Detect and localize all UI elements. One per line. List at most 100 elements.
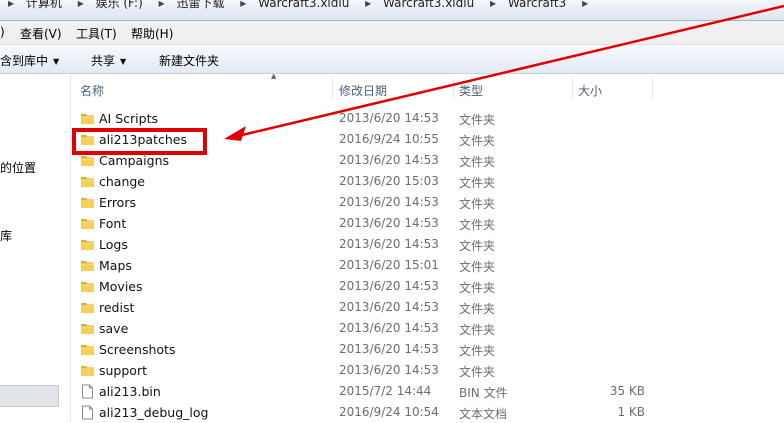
highlight-box: [72, 128, 207, 155]
file-name: AI Scripts: [99, 111, 158, 126]
breadcrumb: ▸ 计算机 ▸ 娱乐 (F:) ▸ 迅雷下载 ▸ Warcraft3.xldiu…: [0, 0, 596, 14]
folder-icon: [80, 216, 95, 231]
column-divider[interactable]: [572, 78, 573, 98]
file-name: Errors: [99, 195, 136, 210]
file-type: 文件夹: [459, 197, 496, 211]
folder-icon: [80, 174, 95, 189]
file-date-modified: 2013/6/20 14:53: [339, 237, 439, 251]
folder-icon: [80, 363, 95, 378]
sort-ascending-icon: ▲: [271, 72, 277, 80]
file-date-modified: 2015/7/2 14:44: [339, 384, 432, 398]
file-date-modified: 2013/6/20 14:53: [339, 195, 439, 209]
folder-icon: [80, 237, 95, 252]
file-icon: [80, 405, 95, 420]
file-type: 文件夹: [459, 155, 496, 169]
column-divider[interactable]: [453, 78, 454, 98]
file-date-modified: 2013/6/20 14:53: [339, 300, 439, 314]
file-row[interactable]: redist 2013/6/20 14:53 文件夹: [71, 297, 784, 318]
menu-item-tools[interactable]: 工具(T): [76, 25, 117, 42]
file-type: 文件夹: [459, 260, 496, 274]
navigation-pane: 的位置 库: [0, 74, 71, 423]
file-type: 文件夹: [459, 113, 496, 127]
include-in-library-label: 含到库中: [0, 54, 49, 68]
column-header-row: ▲ 名称 修改日期 类型 大小: [71, 72, 784, 102]
breadcrumb-downloads[interactable]: 迅雷下载: [176, 0, 224, 11]
column-divider[interactable]: [332, 78, 333, 98]
file-type: 文件夹: [459, 281, 496, 295]
file-row[interactable]: change 2013/6/20 15:03 文件夹: [71, 171, 784, 192]
nav-item-recent-places[interactable]: 的位置: [0, 159, 36, 176]
file-date-modified: 2013/6/20 14:53: [339, 216, 439, 230]
file-name: Font: [99, 216, 127, 231]
file-icon: [80, 384, 95, 399]
file-type: 文件夹: [459, 344, 496, 358]
folder-icon: [80, 195, 95, 210]
file-type: 文件夹: [459, 239, 496, 253]
file-type: 文件夹: [459, 365, 496, 379]
breadcrumb-drive[interactable]: 娱乐 (F:): [96, 0, 143, 11]
nav-item-libraries[interactable]: 库: [0, 227, 12, 244]
file-name: Campaigns: [99, 153, 170, 168]
file-type: 文件夹: [459, 218, 496, 232]
file-row[interactable]: Logs 2013/6/20 14:53 文件夹: [71, 234, 784, 255]
file-row[interactable]: AI Scripts 2013/6/20 14:53 文件夹: [71, 108, 784, 129]
breadcrumb-separator: ▸: [158, 0, 165, 10]
column-divider[interactable]: [652, 78, 653, 98]
file-name: redist: [99, 300, 135, 315]
breadcrumb-separator: ▸: [240, 0, 247, 10]
breadcrumb-warcraft3[interactable]: Warcraft3: [508, 0, 566, 10]
file-type: 文件夹: [459, 302, 496, 316]
file-row[interactable]: Font 2013/6/20 14:53 文件夹: [71, 213, 784, 234]
file-name: Screenshots: [99, 342, 176, 357]
file-date-modified: 2013/6/20 14:53: [339, 153, 439, 167]
command-bar: 含到库中 ▼ 共享 ▼ 新建文件夹: [0, 45, 784, 74]
file-date-modified: 2013/6/20 14:53: [339, 363, 439, 377]
file-date-modified: 2013/6/20 14:53: [339, 111, 439, 125]
file-row[interactable]: ali213.bin 2015/7/2 14:44 BIN 文件 35 KB: [71, 381, 784, 402]
file-row[interactable]: ali213_debug_log 2016/9/24 10:54 文本文档 1 KB: [71, 402, 784, 423]
column-header-type[interactable]: 类型: [459, 82, 483, 99]
breadcrumb-separator: ▸: [582, 0, 589, 10]
menu-bar: ) 查看(V) 工具(T) 帮助(H): [0, 21, 784, 45]
breadcrumb-computer[interactable]: 计算机: [26, 0, 62, 11]
file-row[interactable]: Screenshots 2013/6/20 14:53 文件夹: [71, 339, 784, 360]
file-name: Maps: [99, 258, 132, 273]
file-size: 1 KB: [617, 405, 645, 419]
file-date-modified: 2013/6/20 14:53: [339, 279, 439, 293]
folder-icon: [80, 153, 95, 168]
chevron-down-icon: ▼: [53, 57, 60, 66]
breadcrumb-warcraft-archive-inner[interactable]: Warcraft3.xldiu: [383, 0, 474, 10]
folder-icon: [80, 321, 95, 336]
share-button[interactable]: 共享 ▼: [91, 52, 126, 69]
file-row[interactable]: support 2013/6/20 14:53 文件夹: [71, 360, 784, 381]
breadcrumb-warcraft-archive[interactable]: Warcraft3.xldiu: [258, 0, 349, 10]
address-bar[interactable]: ▸ 计算机 ▸ 娱乐 (F:) ▸ 迅雷下载 ▸ Warcraft3.xldiu…: [0, 0, 784, 21]
new-folder-button[interactable]: 新建文件夹: [159, 52, 219, 69]
file-date-modified: 2016/9/24 10:54: [339, 405, 439, 419]
column-header-size[interactable]: 大小: [578, 82, 602, 99]
column-header-date[interactable]: 修改日期: [339, 82, 387, 99]
file-row[interactable]: Movies 2013/6/20 14:53 文件夹: [71, 276, 784, 297]
file-name: Movies: [99, 279, 143, 294]
folder-icon: [80, 300, 95, 315]
breadcrumb-separator: ▸: [8, 0, 15, 10]
menu-item-help[interactable]: 帮助(H): [131, 25, 173, 42]
file-name: change: [99, 174, 146, 189]
nav-item-selected[interactable]: [0, 385, 59, 407]
chevron-down-icon: ▼: [120, 57, 127, 66]
file-date-modified: 2013/6/20 14:53: [339, 321, 439, 335]
column-header-name[interactable]: 名称: [80, 82, 104, 99]
menu-item-edit-fragment[interactable]: ): [0, 25, 5, 39]
file-name: support: [99, 363, 147, 378]
menu-item-view[interactable]: 查看(V): [20, 25, 62, 42]
file-row[interactable]: save 2013/6/20 14:53 文件夹: [71, 318, 784, 339]
file-name: ali213.bin: [99, 384, 161, 399]
breadcrumb-separator: ▸: [490, 0, 497, 10]
breadcrumb-separator: ▸: [365, 0, 372, 10]
file-date-modified: 2013/6/20 15:01: [339, 258, 439, 272]
file-row[interactable]: Maps 2013/6/20 15:01 文件夹: [71, 255, 784, 276]
file-type: 文件夹: [459, 323, 496, 337]
file-row[interactable]: Errors 2013/6/20 14:53 文件夹: [71, 192, 784, 213]
file-type: 文本文档: [459, 407, 508, 421]
include-in-library-button[interactable]: 含到库中 ▼: [0, 52, 59, 69]
